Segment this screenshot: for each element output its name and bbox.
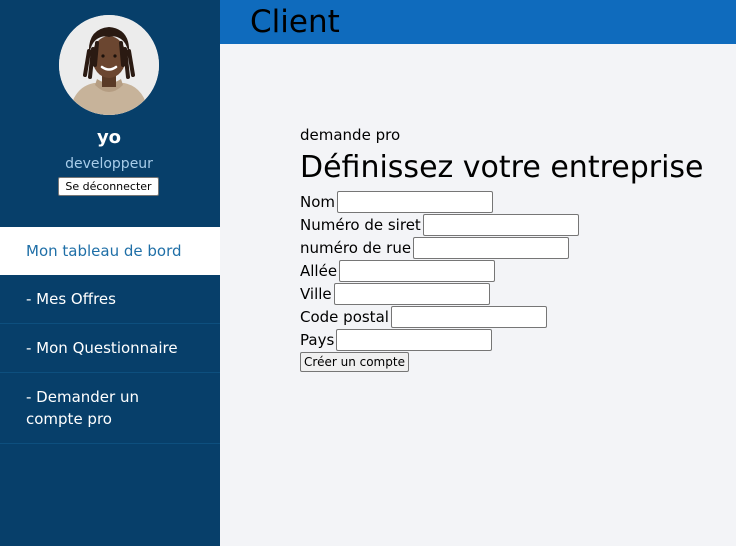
field-label-postal-code: Code postal [300,307,389,326]
sidebar-nav: Mon tableau de bord - Mes Offres - Mon Q… [0,227,220,444]
field-row-allee: Allée [300,259,496,282]
avatar [59,15,159,115]
form-title: Définissez votre entreprise [300,150,704,185]
pays-input[interactable] [336,328,493,351]
field-label-allee: Allée [300,261,338,280]
sidebar-item-offers[interactable]: - Mes Offres [0,275,220,324]
allee-input[interactable] [339,259,496,282]
avatar-image [59,15,159,115]
user-role: developpeur [65,156,153,172]
top-header: Client [220,0,736,44]
page-title: Client [250,4,340,40]
field-row-street-number: numéro de rue [300,236,570,259]
field-row-ville: Ville [300,282,490,305]
create-account-button[interactable]: Créer un compte [300,352,409,372]
field-label-street-number: numéro de rue [300,238,412,257]
field-label-pays: Pays [300,330,335,349]
field-row-pays: Pays [300,328,493,351]
field-row-siret: Numéro de siret [300,213,579,236]
form-kicker: demande pro [300,126,401,144]
nom-input[interactable] [337,190,494,213]
sidebar-item-request-pro-account[interactable]: - Demander un compte pro [0,373,220,444]
street-number-input[interactable] [413,236,570,259]
field-row-nom: Nom [300,190,494,213]
siret-input[interactable] [422,213,579,236]
postal-code-input[interactable] [390,305,547,328]
sidebar: yo developpeur Se déconnecter Mon tablea… [0,0,220,546]
field-label-siret: Numéro de siret [300,215,421,234]
logout-button[interactable]: Se déconnecter [58,177,159,196]
sidebar-item-dashboard[interactable]: Mon tableau de bord [0,227,220,275]
field-label-nom: Nom [300,192,336,211]
field-label-ville: Ville [300,284,332,303]
ville-input[interactable] [333,282,490,305]
sidebar-item-questionnaire[interactable]: - Mon Questionnaire [0,324,220,373]
field-row-postal-code: Code postal [300,305,547,328]
user-name: yo [96,127,122,148]
